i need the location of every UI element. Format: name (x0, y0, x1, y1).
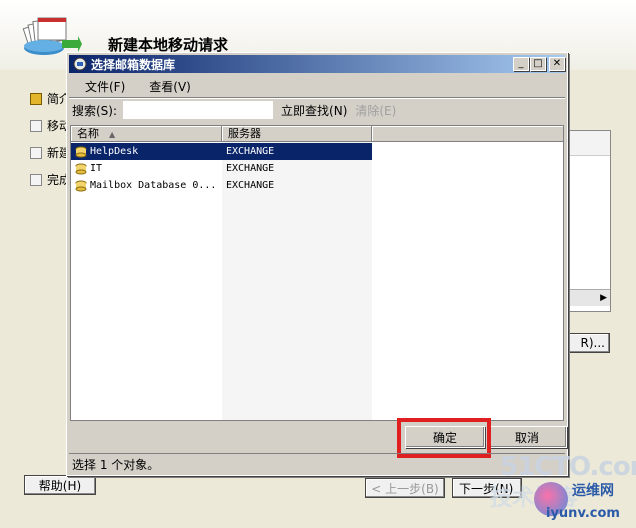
wizard-list-fragment: ▶ (570, 130, 611, 312)
status-text: 选择 1 个对象。 (72, 457, 160, 472)
list-item[interactable]: Mailbox Database 0... EXCHANGE (71, 177, 372, 194)
find-now-button[interactable]: 立即查找(N) (281, 102, 347, 119)
watermark-text: 运维网 (572, 483, 614, 499)
dialog-title: 选择邮箱数据库 (91, 57, 176, 72)
browse-button[interactable]: R)... (566, 333, 610, 353)
wizard-step-complete: 完成 (30, 171, 71, 188)
menu-file[interactable]: 文件(F) (77, 78, 133, 95)
menu-view[interactable]: 查看(V) (141, 78, 199, 95)
search-input[interactable] (123, 101, 274, 119)
column-header-filler (372, 126, 563, 142)
select-mailbox-database-dialog: 选择邮箱数据库 _ □ ✕ 文件(F) 查看(V) 搜索(S): 立即查找(N)… (66, 52, 568, 476)
database-list: 名称 ▲ 服务器 HelpDesk EXCHANGE IT EXCHANGE M… (70, 125, 564, 421)
exchange-icon (73, 57, 87, 71)
cancel-button[interactable]: 取消 (487, 426, 567, 448)
horizontal-scrollbar[interactable]: ▶ (570, 289, 610, 306)
menu-bar: 文件(F) 查看(V) (69, 75, 565, 97)
dialog-titlebar[interactable]: 选择邮箱数据库 (69, 55, 565, 73)
step-pending-icon (30, 146, 42, 159)
column-header-name[interactable]: 名称 ▲ (71, 126, 222, 142)
database-icon (75, 146, 87, 157)
wizard-step-move: 移动 (30, 117, 71, 134)
step-pending-icon (30, 173, 42, 186)
database-icon (75, 163, 87, 174)
server-name: EXCHANGE (226, 163, 275, 174)
database-name: Mailbox Database 0... (90, 180, 217, 191)
search-bar: 搜索(S): 立即查找(N) 清除(E) (69, 99, 565, 121)
step-current-icon (30, 92, 42, 105)
list-item[interactable]: IT EXCHANGE (71, 160, 372, 177)
database-name: HelpDesk (90, 146, 139, 157)
maximize-icon[interactable]: □ (530, 57, 546, 71)
column-header-server[interactable]: 服务器 (222, 126, 372, 142)
watermark-text: 51CTO.com (500, 452, 636, 482)
close-icon[interactable]: ✕ (549, 57, 565, 71)
watermark-text: iyunv.com (546, 506, 620, 521)
minimize-icon[interactable]: _ (513, 57, 529, 71)
list-item[interactable]: HelpDesk EXCHANGE (71, 143, 372, 160)
server-name: EXCHANGE (226, 146, 275, 157)
search-label: 搜索(S): (72, 103, 118, 118)
wizard-step-new: 新建 (30, 144, 71, 161)
step-pending-icon (30, 119, 42, 132)
wizard-step-intro: 简介 (30, 90, 71, 107)
database-icon (75, 180, 87, 191)
ok-button-highlight-box (397, 418, 491, 458)
clear-button[interactable]: 清除(E) (355, 102, 396, 119)
watermark: 51CTO.com 技术博客 运维网 iyunv.com (490, 452, 636, 528)
database-name: IT (90, 163, 103, 174)
scroll-right-icon[interactable]: ▶ (600, 293, 607, 303)
back-button[interactable]: < 上一步(B) (365, 478, 445, 498)
server-name: EXCHANGE (226, 180, 275, 191)
help-button[interactable]: 帮助(H) (24, 475, 96, 495)
sort-ascending-icon: ▲ (109, 130, 116, 139)
